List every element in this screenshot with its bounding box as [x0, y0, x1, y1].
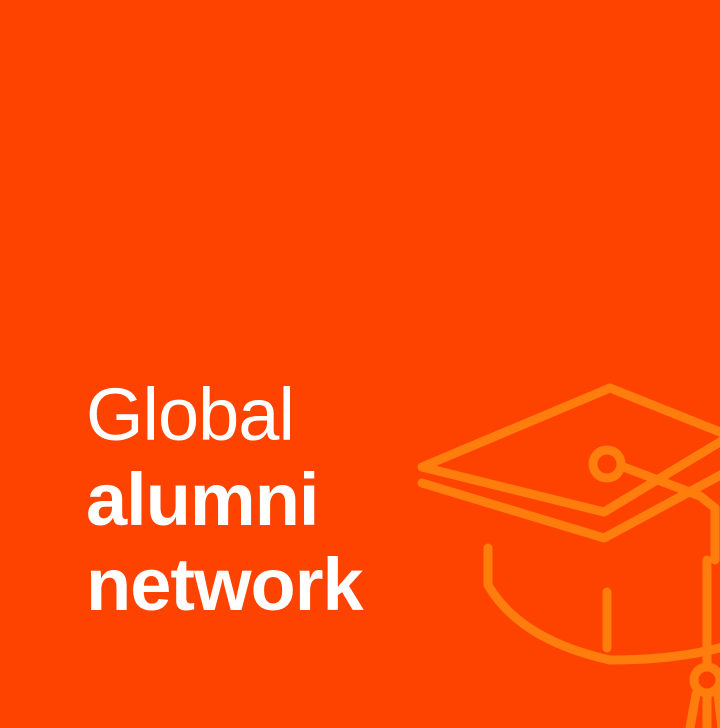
headline-line-alumni: alumni	[86, 458, 319, 541]
alumni-network-card: Global alumni network	[0, 0, 720, 728]
headline-line-network: network	[86, 543, 364, 626]
headline-line-global: Global	[86, 373, 295, 456]
headline: Global alumni network	[86, 372, 364, 627]
graduation-cap-icon	[417, 383, 720, 728]
